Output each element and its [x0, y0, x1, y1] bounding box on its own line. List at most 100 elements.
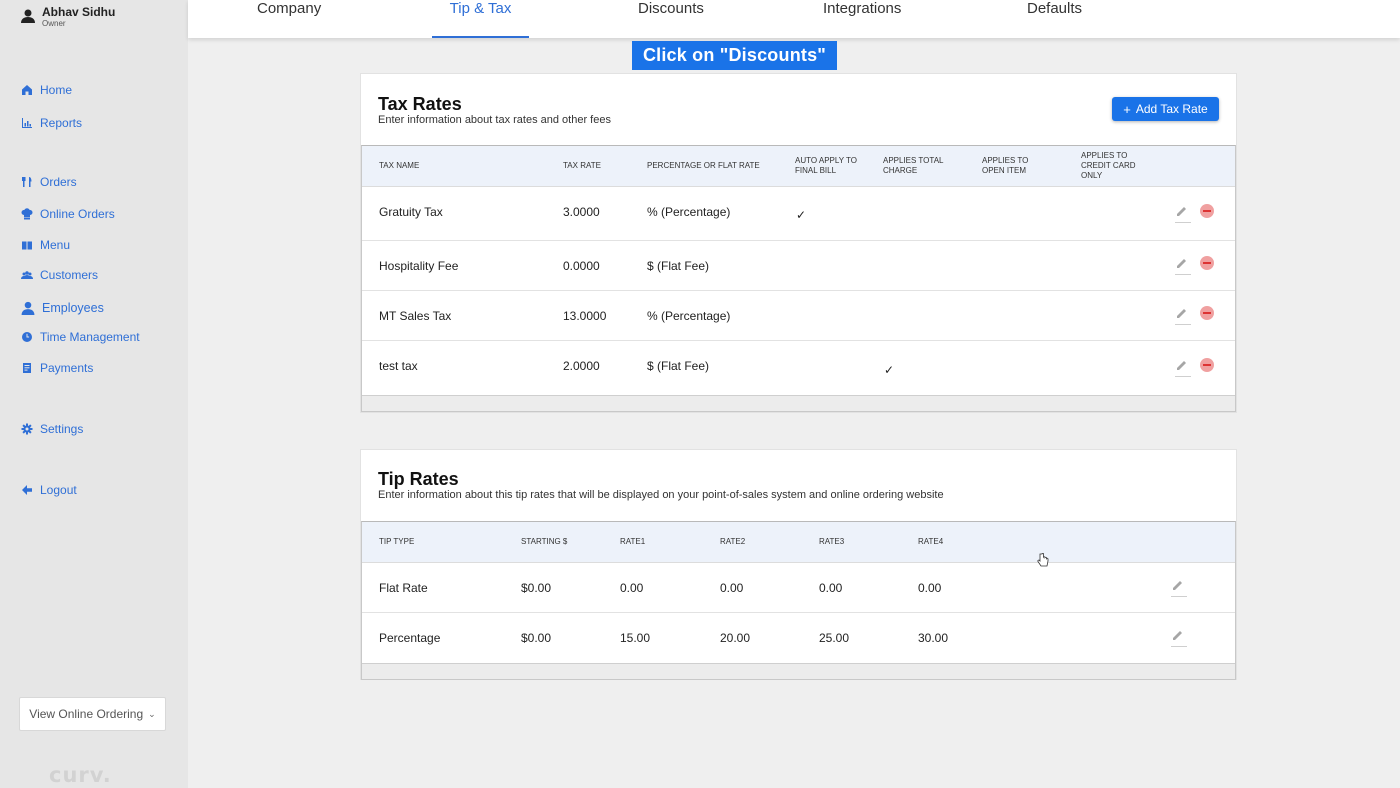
arrow-left-icon [20, 484, 33, 497]
table-header: TIP TYPE STARTING $ RATE1 RATE2 RATE3 RA… [362, 522, 1235, 563]
tip-type: Percentage [379, 631, 441, 645]
tax-name: Gratuity Tax [379, 205, 443, 219]
tip-rate3: 25.00 [819, 631, 850, 645]
sidebar-item-orders[interactable]: Orders [20, 175, 77, 189]
tip-rate2: 0.00 [720, 581, 744, 595]
tax-type: % (Percentage) [647, 309, 731, 323]
sidebar-item-label: Menu [40, 238, 71, 252]
tab-company[interactable]: Company [257, 0, 321, 38]
table-header: TAX NAME TAX RATE PERCENTAGE OR FLAT RAT… [362, 146, 1235, 187]
table-row: Hospitality Fee 0.0000 $ (Flat Fee) [362, 241, 1235, 291]
sidebar-item-label: Orders [40, 175, 77, 189]
sidebar: Abhav Sidhu Owner Home Reports Orders On… [0, 0, 188, 788]
chart-icon [20, 117, 33, 130]
sidebar-item-logout[interactable]: Logout [20, 483, 77, 497]
add-tax-rate-button[interactable]: + Add Tax Rate [1112, 97, 1219, 121]
column-header: TIP TYPE [379, 537, 415, 546]
tab-label: Discounts [638, 0, 704, 17]
delete-icon[interactable] [1200, 256, 1214, 270]
sidebar-item-settings[interactable]: Settings [20, 422, 83, 436]
edit-icon[interactable] [1175, 306, 1191, 325]
sidebar-item-employees[interactable]: Employees [20, 300, 104, 315]
tab-tip-tax[interactable]: Tip & Tax [432, 0, 529, 38]
instruction-banner: Click on "Discounts" [632, 41, 837, 70]
sidebar-item-label: Employees [42, 300, 104, 315]
tax-rate: 0.0000 [563, 259, 600, 273]
tip-rates-table: TIP TYPE STARTING $ RATE1 RATE2 RATE3 RA… [361, 521, 1236, 680]
sidebar-item-time-management[interactable]: Time Management [20, 330, 140, 344]
column-header: RATE1 [620, 537, 646, 546]
tax-type: $ (Flat Fee) [647, 359, 710, 373]
column-header: RATE4 [918, 537, 944, 546]
tax-type: $ (Flat Fee) [647, 259, 710, 273]
column-header: STARTING $ [521, 537, 568, 546]
delete-icon[interactable] [1200, 358, 1214, 372]
group-icon [20, 269, 33, 282]
table-row: Percentage $0.00 15.00 20.00 25.00 30.00 [362, 613, 1235, 663]
tab-label: Company [257, 0, 322, 17]
tax-rate: 13.0000 [563, 309, 607, 323]
user-role: Owner [42, 19, 66, 28]
sidebar-item-reports[interactable]: Reports [20, 116, 82, 130]
tax-rates-table: TAX NAME TAX RATE PERCENTAGE OR FLAT RAT… [361, 145, 1236, 412]
column-header: RATE2 [720, 537, 746, 546]
table-row: MT Sales Tax 13.0000 % (Percentage) [362, 291, 1235, 341]
sidebar-item-label: Payments [40, 361, 94, 375]
tax-name: test tax [379, 359, 418, 373]
edit-icon[interactable] [1171, 578, 1187, 597]
tip-rate4: 30.00 [918, 631, 949, 645]
tab-label: Integrations [823, 0, 902, 17]
tab-integrations[interactable]: Integrations [823, 0, 901, 38]
clock-icon [20, 331, 33, 344]
sidebar-item-payments[interactable]: Payments [20, 361, 93, 375]
user-info: Abhav Sidhu Owner [20, 5, 115, 29]
tax-rates-title: Tax Rates [378, 94, 462, 114]
tip-type: Flat Rate [379, 581, 428, 595]
tip-starting: $0.00 [521, 631, 552, 645]
table-row: test tax 2.0000 $ (Flat Fee) ✓ [362, 341, 1235, 395]
table-row: Gratuity Tax 3.0000 % (Percentage) ✓ [362, 187, 1235, 241]
chef-hat-icon [20, 208, 33, 221]
edit-icon[interactable] [1175, 358, 1191, 377]
tip-rates-subtitle: Enter information about this tip rates t… [378, 489, 944, 501]
plus-icon: + [1123, 101, 1131, 117]
delete-icon[interactable] [1200, 306, 1214, 320]
delete-icon[interactable] [1200, 204, 1214, 218]
tip-rate2: 20.00 [720, 631, 751, 645]
tax-rate: 3.0000 [563, 205, 600, 219]
tax-name: MT Sales Tax [379, 309, 452, 323]
sidebar-item-home[interactable]: Home [20, 83, 72, 97]
fork-knife-icon [20, 176, 33, 189]
tip-rates-card: Tip Rates Enter information about this t… [360, 449, 1237, 680]
sidebar-item-online-orders[interactable]: Online Orders [20, 207, 115, 221]
tab-label: Tip & Tax [449, 0, 512, 17]
sidebar-item-menu[interactable]: Menu [20, 238, 70, 252]
tax-rate: 2.0000 [563, 359, 600, 373]
auto-apply-check: ✓ [796, 208, 807, 222]
gear-icon [20, 423, 33, 436]
sidebar-item-label: Home [40, 83, 73, 97]
settings-tab-bar: Company Tip & Tax Discounts Integrations… [188, 0, 1400, 38]
column-header: APPLIES TO OPEN ITEM [982, 156, 1029, 175]
brand-logo: curv. [49, 763, 112, 787]
tip-rates-title: Tip Rates [378, 469, 459, 489]
table-footer [362, 395, 1235, 412]
sidebar-item-label: Logout [40, 483, 77, 497]
tab-defaults[interactable]: Defaults [1027, 0, 1082, 38]
total-charge-check: ✓ [884, 363, 895, 377]
tip-rate1: 15.00 [620, 631, 651, 645]
tax-rates-card: Tax Rates Enter information about tax ra… [360, 73, 1237, 413]
edit-icon[interactable] [1171, 628, 1187, 647]
edit-icon[interactable] [1175, 256, 1191, 275]
add-tax-rate-label: Add Tax Rate [1135, 102, 1208, 116]
sidebar-item-customers[interactable]: Customers [20, 268, 98, 282]
column-header: PERCENTAGE OR FLAT RATE [647, 161, 760, 170]
home-icon [20, 84, 33, 97]
tab-discounts[interactable]: Discounts [638, 0, 704, 38]
tip-rate3: 0.00 [819, 581, 843, 595]
edit-icon[interactable] [1175, 204, 1191, 223]
view-online-ordering-label: View Online Ordering [29, 707, 144, 721]
tab-label: Defaults [1027, 0, 1083, 17]
view-online-ordering-button[interactable]: View Online Ordering ⌄ [19, 697, 166, 731]
tip-rate1: 0.00 [620, 581, 644, 595]
